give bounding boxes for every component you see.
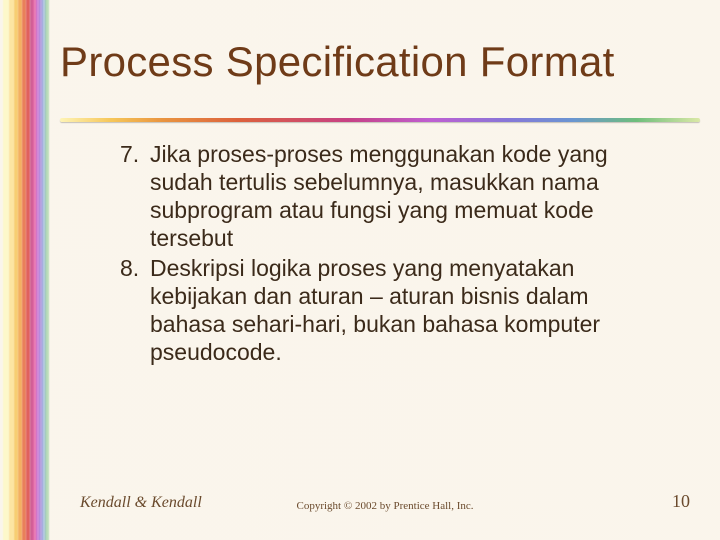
page-number: 10 bbox=[672, 491, 690, 512]
footer-copyright: Copyright © 2002 by Prentice Hall, Inc. bbox=[80, 500, 690, 512]
list-text: Deskripsi logika proses yang menyatakan … bbox=[150, 254, 670, 366]
list-number: 7. bbox=[120, 140, 150, 252]
list-item: 8. Deskripsi logika proses yang menyatak… bbox=[120, 254, 670, 366]
body-text: 7. Jika proses-proses menggunakan kode y… bbox=[120, 140, 670, 368]
slide-title: Process Specification Format bbox=[60, 38, 690, 86]
footer: Kendall & Kendall Copyright © 2002 by Pr… bbox=[80, 491, 690, 512]
list-number: 8. bbox=[120, 254, 150, 366]
list-text: Jika proses-proses menggunakan kode yang… bbox=[150, 140, 670, 252]
list-item: 7. Jika proses-proses menggunakan kode y… bbox=[120, 140, 670, 252]
title-underline bbox=[60, 118, 700, 122]
